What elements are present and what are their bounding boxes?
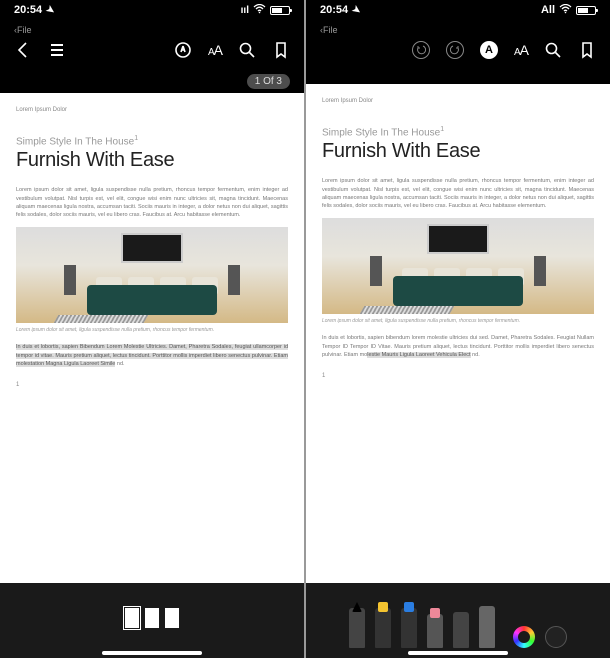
page-area[interactable]: Lorem Ipsum Dolor Simple Style In The Ho… (306, 66, 610, 583)
doc-header: Lorem Ipsum Dolor (16, 107, 288, 113)
bookmark-button[interactable] (578, 41, 596, 59)
reader-view-panel: 20:54 ➤ ııl ‹File AA 1 (0, 0, 304, 658)
lasso-tool[interactable] (453, 612, 469, 648)
battery-icon (270, 6, 290, 15)
doc-title: Furnish With Ease (16, 149, 288, 172)
carrier-label: All (541, 4, 555, 16)
doc-header: Lorem Ipsum Dolor (322, 98, 594, 104)
color-picker-button[interactable] (513, 626, 535, 648)
contents-button[interactable] (48, 41, 66, 59)
file-label-row: ‹File (306, 20, 610, 34)
search-button[interactable] (238, 41, 256, 59)
pencil-tool[interactable] (401, 608, 417, 648)
undo-button[interactable] (412, 41, 430, 59)
markup-view-panel: 20:54 ➤ All ‹File A AA Lorem (306, 0, 610, 658)
thumbnail-strip[interactable] (124, 608, 181, 633)
markup-toolbar: A AA (306, 34, 610, 66)
doc-caption: Lorem ipsum dolor sit amet, ligula suspe… (322, 318, 594, 324)
doc-paragraph-1: Lorem ipsum dolor sit amet, ligula suspe… (16, 186, 288, 219)
highlighter-tool[interactable] (375, 608, 391, 648)
doc-page-number: 1 (16, 382, 288, 388)
search-button[interactable] (544, 41, 562, 59)
status-bar: 20:54 ➤ ııl (0, 0, 304, 20)
back-button[interactable] (14, 41, 32, 59)
home-indicator[interactable] (102, 651, 202, 655)
ruler-tool[interactable] (479, 606, 495, 648)
reader-toolbar: AA (0, 34, 304, 66)
location-icon: ➤ (350, 3, 363, 17)
document-page: Lorem Ipsum Dolor Simple Style In The Ho… (0, 93, 304, 583)
wifi-icon (559, 4, 572, 17)
status-time: 20:54 (320, 4, 348, 16)
current-color-swatch[interactable] (545, 626, 567, 648)
doc-subtitle: Simple Style In The House1 (16, 135, 288, 147)
battery-icon (576, 6, 596, 15)
redo-button[interactable] (446, 41, 464, 59)
page-thumbnail[interactable] (125, 608, 139, 628)
doc-figure (322, 218, 594, 314)
doc-title: Furnish With Ease (322, 140, 594, 163)
bottom-bar-thumbnails (0, 583, 304, 658)
location-icon: ➤ (44, 3, 57, 17)
status-time: 20:54 (14, 4, 42, 16)
wifi-icon (253, 4, 266, 17)
file-label-row: ‹File (0, 20, 304, 34)
doc-subtitle: Simple Style In The House1 (322, 126, 594, 138)
bottom-bar-markup (306, 583, 610, 658)
doc-caption: Lorem ipsum dolor sit amet, ligula suspe… (16, 327, 288, 333)
doc-paragraph-2: In duis et lobortis, sapien bibendum lor… (322, 334, 594, 359)
home-indicator[interactable] (408, 651, 508, 655)
doc-figure (16, 227, 288, 323)
doc-paragraph-2: In duis et lobortis, sapien Bibendum Lor… (16, 343, 288, 368)
text-settings-button[interactable]: AA (514, 42, 528, 58)
page-counter-badge: 1 Of 3 (247, 74, 290, 89)
eraser-tool[interactable] (427, 614, 443, 648)
autonight-button[interactable]: A (480, 41, 498, 59)
doc-paragraph-1: Lorem ipsum dolor sit amet, ligula suspe… (322, 177, 594, 210)
status-bar: 20:54 ➤ All (306, 0, 610, 20)
signal-icon: ııl (241, 5, 249, 16)
page-area[interactable]: 1 Of 3 Lorem Ipsum Dolor Simple Style In… (0, 66, 304, 583)
document-page: Lorem Ipsum Dolor Simple Style In The Ho… (306, 84, 610, 583)
bookmark-button[interactable] (272, 41, 290, 59)
autonight-button[interactable] (174, 41, 192, 59)
page-thumbnail[interactable] (165, 608, 179, 628)
doc-page-number: 1 (322, 373, 594, 379)
page-thumbnail[interactable] (145, 608, 159, 628)
pen-tool[interactable] (349, 608, 365, 648)
text-settings-button[interactable]: AA (208, 42, 222, 58)
markup-tool-tray (349, 593, 567, 648)
